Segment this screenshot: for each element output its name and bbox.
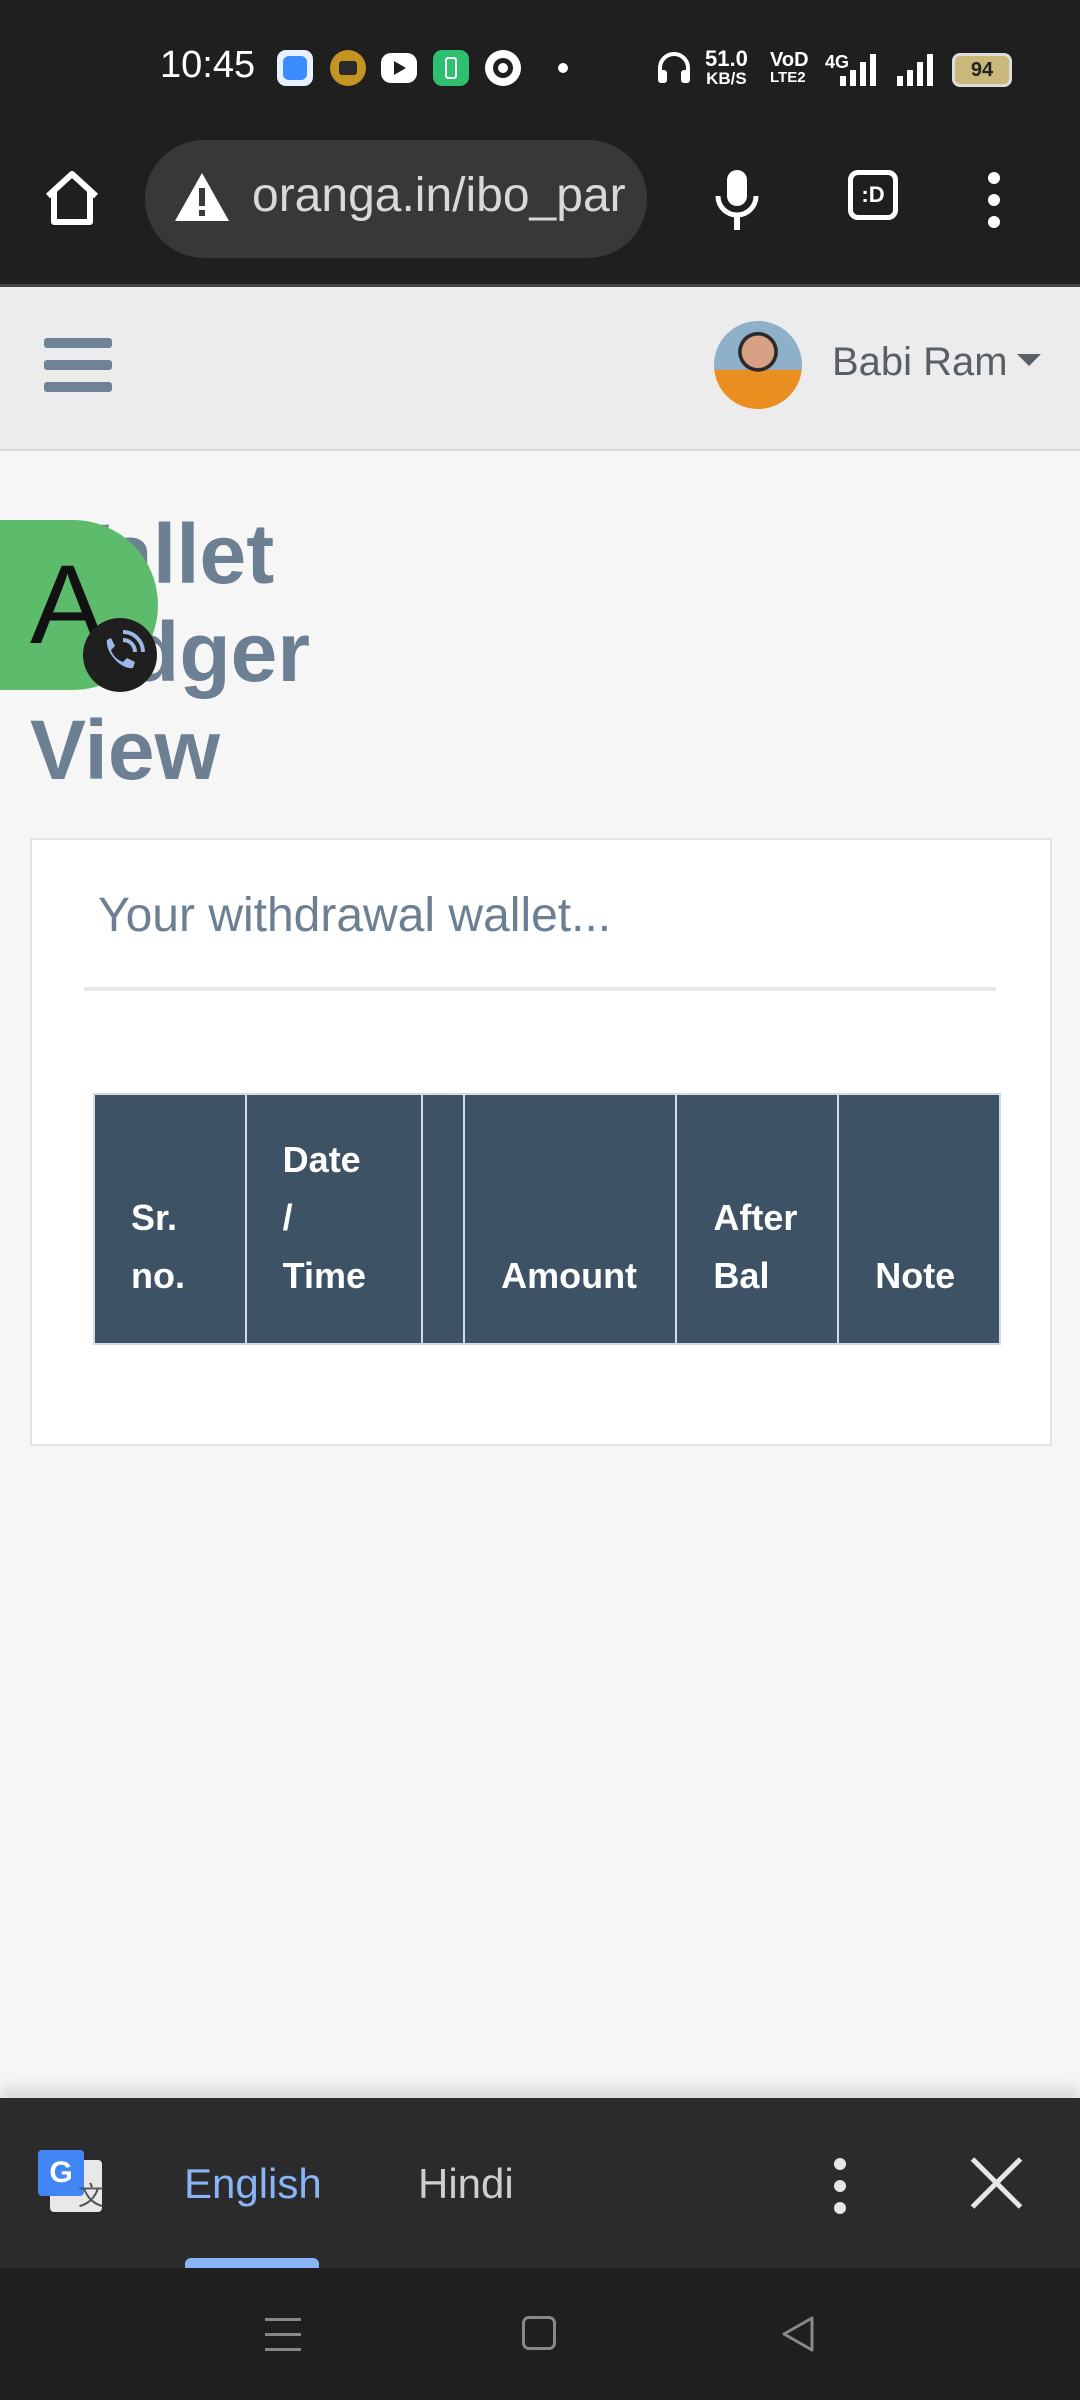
column-header-sr-no[interactable]: Sr. no.: [93, 1093, 247, 1345]
card-subtitle: Your withdrawal wallet...: [98, 889, 612, 942]
battery-saver-icon: [433, 50, 469, 86]
language-tab-hindi[interactable]: Hindi: [418, 2160, 514, 2208]
column-header-amount[interactable]: Amount: [463, 1093, 678, 1345]
translate-more-icon[interactable]: [834, 2158, 848, 2216]
call-icon[interactable]: [83, 618, 157, 692]
home-nav-icon[interactable]: [522, 2316, 556, 2350]
chevron-down-icon[interactable]: [1017, 354, 1041, 366]
back-icon[interactable]: [778, 2314, 818, 2354]
language-tab-english[interactable]: English: [184, 2160, 322, 2208]
close-icon[interactable]: [968, 2155, 1024, 2211]
divider: [84, 987, 996, 991]
mic-icon[interactable]: [712, 168, 762, 232]
user-avatar[interactable]: [714, 321, 802, 409]
app-icon: [330, 50, 366, 86]
hamburger-menu-icon[interactable]: [44, 338, 112, 394]
warning-icon[interactable]: [172, 170, 232, 224]
column-header-after-bal[interactable]: After Bal: [675, 1093, 840, 1345]
recents-icon[interactable]: [265, 2318, 301, 2352]
signal-icon: [840, 54, 876, 86]
tab-switcher-icon[interactable]: :D: [848, 170, 898, 220]
column-header-type[interactable]: [420, 1093, 466, 1345]
more-icon[interactable]: [988, 172, 1002, 228]
page-title-line: View: [30, 703, 220, 797]
volte-indicator: VoD LTE2: [770, 49, 809, 86]
google-translate-icon[interactable]: G 文: [38, 2150, 104, 2216]
dot-icon: [558, 63, 568, 73]
user-name[interactable]: Babi Ram: [832, 340, 1008, 385]
signal-icon-2: [897, 54, 933, 86]
messenger-icon: [277, 50, 313, 86]
url-text[interactable]: oranga.in/ibo_par: [252, 168, 627, 223]
battery-indicator: 94: [952, 53, 1012, 87]
active-tab-indicator: [185, 2258, 319, 2268]
status-time: 10:45: [160, 44, 256, 86]
home-icon[interactable]: [42, 168, 102, 228]
column-header-note[interactable]: Note: [837, 1093, 1001, 1345]
table-header-row: Sr. no. Date / Time Amount After Bal Note: [93, 1093, 1001, 1345]
column-header-date-time[interactable]: Date / Time: [244, 1093, 423, 1345]
headphones-icon: [658, 52, 690, 83]
youtube-icon: [381, 53, 417, 83]
translate-bar: [0, 2098, 1080, 2268]
network-speed: 51.0 KB/S: [705, 46, 748, 88]
ledger-table: Sr. no. Date / Time Amount After Bal Note: [93, 1093, 1001, 1345]
circle-app-icon: [485, 50, 521, 86]
